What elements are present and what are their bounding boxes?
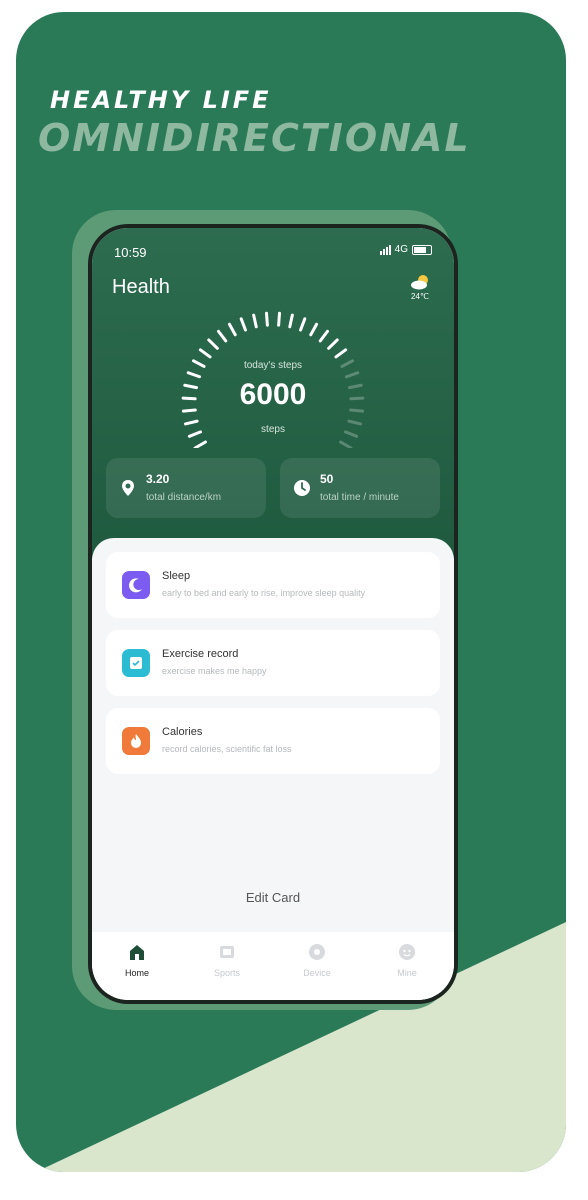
tab-mine[interactable]: Mine: [362, 942, 452, 978]
distance-value: 3.20: [146, 472, 170, 486]
card-title: Sleep: [162, 570, 191, 582]
tab-label: Home: [124, 968, 149, 978]
flame-icon: [122, 727, 150, 755]
cloud-sun-icon: [411, 275, 428, 290]
gauge-tick: [186, 371, 202, 379]
gauge-tick: [227, 322, 237, 337]
page-title: Health: [112, 276, 170, 298]
edit-card-button[interactable]: Edit Card: [92, 890, 454, 905]
status-time: 10:59: [114, 245, 147, 260]
status-icons: 4G: [379, 244, 432, 255]
tab-label: Device: [303, 968, 331, 978]
weather-widget[interactable]: 24℃: [406, 274, 434, 301]
calendar-check-icon: [122, 649, 150, 677]
steps-unit: steps: [261, 424, 285, 435]
home-icon: [130, 945, 144, 960]
headline-line2: OMNIDIRECTIONAL: [38, 116, 471, 160]
gauge-tick: [334, 348, 348, 359]
card-subtitle: early to bed and early to rise, improve …: [162, 588, 366, 598]
distance-label: total distance/km: [146, 492, 222, 503]
moon-icon: [122, 571, 150, 599]
signal-icon: [379, 244, 391, 255]
gauge-tick: [288, 313, 294, 329]
phone-screen: 10:59 4G Health 24℃ today's steps 6000 s…: [92, 228, 454, 1000]
gauge-tick: [277, 311, 281, 327]
tab-label: Sports: [213, 968, 240, 978]
headline-line1: HEALTHY LIFE: [50, 86, 272, 114]
gauge-tick: [299, 317, 307, 332]
gauge-tick: [339, 440, 353, 448]
card-title: Calories: [162, 726, 203, 738]
time-label: total time / minute: [320, 492, 399, 503]
tab-home[interactable]: Home: [92, 942, 182, 978]
sports-icon: [220, 946, 234, 958]
gauge-tick: [318, 329, 329, 343]
steps-value: 6000: [239, 378, 307, 411]
gauge-tick: [217, 329, 228, 343]
gauge-tick: [327, 338, 339, 350]
gauge-tick: [239, 317, 247, 332]
gauge-tick: [207, 338, 219, 350]
battery-icon: [412, 244, 432, 255]
card-title: Exercise record: [162, 648, 239, 660]
network-label: 4G: [394, 244, 408, 255]
profile-icon: [399, 944, 415, 960]
bottom-tab-bar: Home Sports Device Mine: [92, 932, 454, 1000]
gauge-tick: [309, 322, 319, 337]
cards-panel: Sleep early to bed and early to rise, im…: [92, 538, 454, 1000]
tab-device[interactable]: Device: [272, 942, 362, 978]
gauge-tick: [193, 440, 207, 448]
card-sleep[interactable]: Sleep early to bed and early to rise, im…: [106, 552, 440, 618]
tab-sports[interactable]: Sports: [182, 942, 272, 978]
gauge-tick: [344, 371, 360, 379]
steps-caption: today's steps: [243, 360, 303, 371]
weather-temp: 24℃: [411, 292, 429, 301]
gauge-tick: [252, 313, 258, 329]
gauge-tick: [265, 311, 269, 327]
card-subtitle: record calories, scientific fat loss: [162, 744, 292, 754]
clock-icon: [294, 480, 310, 496]
stat-card-distance[interactable]: 3.20 total distance/km: [106, 458, 266, 518]
card-exercise-record[interactable]: Exercise record exercise makes me happy: [106, 630, 440, 696]
device-icon: [309, 944, 325, 960]
gauge-tick: [198, 348, 212, 359]
card-subtitle: exercise makes me happy: [162, 666, 267, 676]
tab-label: Mine: [397, 968, 417, 978]
card-calories[interactable]: Calories record calories, scientific fat…: [106, 708, 440, 774]
location-pin-icon: [122, 480, 134, 496]
phone-frame: 10:59 4G Health 24℃ today's steps 6000 s…: [88, 224, 458, 1004]
health-header-area: 10:59 4G Health 24℃ today's steps 6000 s…: [92, 228, 454, 558]
time-value: 50: [320, 472, 334, 486]
stat-card-time[interactable]: 50 total time / minute: [280, 458, 440, 518]
